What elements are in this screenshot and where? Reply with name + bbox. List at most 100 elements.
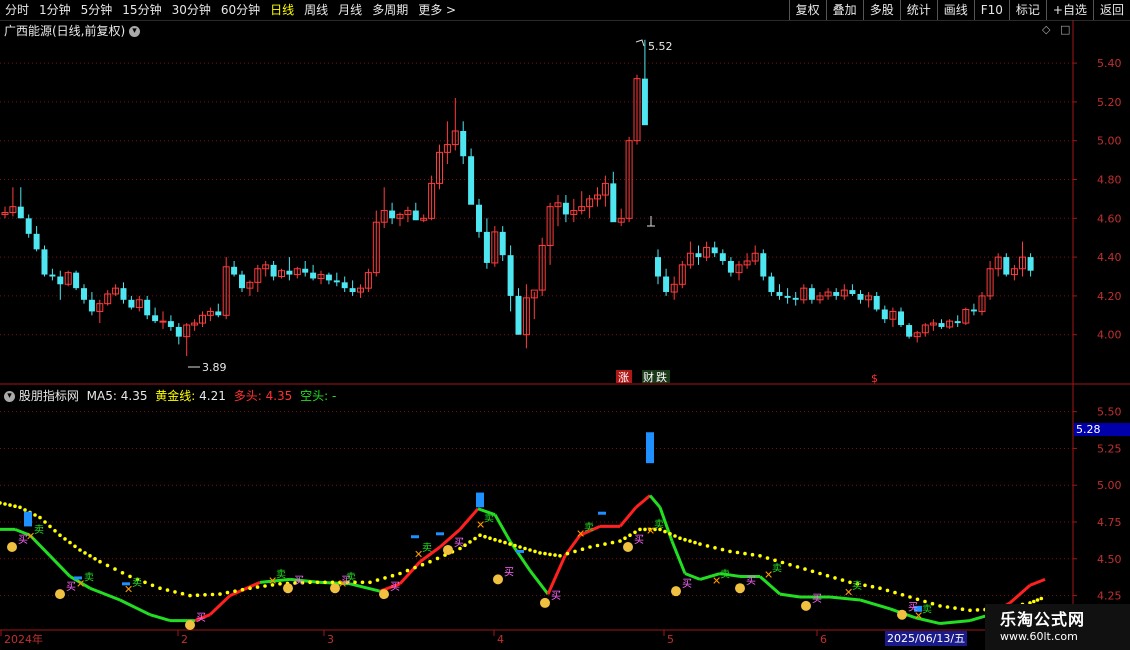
candle-body	[152, 315, 159, 322]
gold-line-dot	[938, 604, 942, 608]
gold-line-dot	[788, 562, 792, 567]
gold-line-dot	[58, 533, 62, 537]
ma-line-segment	[229, 580, 261, 597]
money-bag-icon	[735, 583, 745, 594]
indicator-y-tick-label: 4.75	[1097, 516, 1122, 529]
candle-body	[17, 206, 24, 219]
gold-line-dot	[728, 549, 732, 554]
ma-line-segment	[859, 598, 891, 611]
candle-body	[476, 204, 482, 232]
candle-body	[389, 210, 396, 219]
gold-line-dot	[1039, 596, 1044, 601]
buy-label: 买	[196, 612, 206, 624]
ma-line-segment	[779, 592, 801, 599]
gold-line-dot	[508, 542, 512, 546]
chevron-down-icon[interactable]: ▾	[4, 391, 15, 402]
indicator-y-tick-label: 5.00	[1097, 479, 1122, 492]
gold-line-dot	[1032, 599, 1036, 604]
gold-line-dot	[488, 536, 492, 540]
gold-line-dot	[23, 508, 27, 512]
gold-line-dot	[143, 580, 147, 585]
buy-label: 买	[634, 534, 644, 546]
main-y-tick-label: 5.40	[1097, 57, 1122, 70]
gold-line-dot	[263, 584, 267, 588]
gold-line-dot	[173, 590, 177, 594]
gold-line-dot	[518, 545, 522, 549]
gold-line-dot	[120, 571, 125, 575]
gold-line-dot	[88, 554, 92, 558]
gold-line-dot	[565, 551, 570, 556]
candle-body	[881, 309, 888, 320]
candle-body	[562, 202, 569, 215]
chevron-down-icon[interactable]: ▾	[129, 26, 141, 37]
money-bag-icon	[55, 589, 65, 600]
gold-line-dot	[673, 534, 677, 538]
gold-line-dot	[885, 588, 890, 593]
money-bag-icon	[897, 609, 907, 620]
candle-body	[41, 249, 48, 275]
money-bag-icon	[623, 542, 633, 553]
gold-line-dot	[225, 590, 230, 595]
gold-line-dot	[915, 597, 920, 602]
chart-canvas[interactable]: 5.40 5.20 5.00 4.80 4.60 4.40 4.20 4.00 5.52 3.89…	[0, 0, 1130, 650]
candle-body	[515, 295, 522, 335]
gold-line-dot	[8, 503, 12, 507]
candle-body	[57, 276, 64, 285]
candle-body	[310, 272, 317, 279]
candle-body	[833, 292, 840, 296]
gold-line-dot	[923, 599, 927, 604]
ma-line-segment	[528, 569, 550, 596]
gold-line-dot	[73, 544, 77, 549]
diamond-icon[interactable]: ◇	[1042, 23, 1050, 36]
gold-line-dot	[195, 593, 200, 597]
candle-body	[760, 253, 767, 277]
gold-line-dot	[368, 580, 372, 585]
gold-line-value: 4.21	[199, 389, 226, 403]
gold-line-dot	[523, 546, 527, 551]
candle-body	[81, 288, 87, 300]
candle-body	[239, 274, 245, 289]
x-axis-label: 2024年	[4, 632, 43, 646]
sell-label: 卖	[772, 563, 782, 575]
ma-line-segment	[89, 586, 121, 602]
signal-bar	[24, 511, 32, 527]
gold-line-dot	[825, 573, 830, 578]
gold-line-dot	[533, 549, 537, 554]
sell-label: 卖	[84, 571, 94, 583]
gold-line-dot	[420, 562, 425, 567]
gold-line-dot	[478, 533, 482, 537]
indicator-y-tick-label: 4.25	[1097, 590, 1122, 603]
indicator-header: ▾ 股朋指标网 MA5: 4.35 黄金线: 4.21 多头: 4.35 空头:…	[4, 387, 336, 404]
expand-icon[interactable]: □	[1060, 23, 1070, 36]
buy-label: 买	[454, 537, 464, 549]
gold-line-dot	[405, 568, 410, 573]
gold-line-dot	[83, 551, 87, 555]
gold-line-dot	[803, 567, 807, 571]
high-label: 5.52	[648, 40, 673, 53]
gold-line-label: 黄金线:	[155, 389, 196, 403]
gold-line-dot	[558, 554, 562, 558]
event-label-finance: 财	[643, 370, 654, 384]
gold-line-dot	[63, 537, 67, 541]
gold-line-dot	[503, 540, 507, 545]
watermark-url: www.60lt.com	[1000, 630, 1078, 643]
candle-body	[784, 295, 791, 298]
money-bag-icon	[185, 620, 195, 630]
candle-body	[695, 253, 702, 258]
candle-body	[460, 131, 467, 157]
gold-line-dot	[375, 578, 380, 582]
main-y-tick-label: 4.60	[1097, 212, 1122, 225]
panel-controls: ◇ □	[1042, 23, 1070, 36]
x-axis-label: 4	[497, 633, 504, 646]
gold-line-dot	[878, 586, 882, 590]
candle-body	[333, 280, 340, 283]
money-bag-icon	[379, 589, 389, 600]
gold-line-dot	[498, 539, 502, 543]
money-bag-icon	[671, 586, 681, 597]
gold-line-dot	[618, 539, 622, 543]
buy-label: 买	[812, 593, 822, 605]
candle-body	[808, 288, 815, 300]
gold-line-dot	[43, 520, 47, 524]
gold-line-dot	[588, 545, 592, 549]
candle-body	[128, 299, 135, 308]
